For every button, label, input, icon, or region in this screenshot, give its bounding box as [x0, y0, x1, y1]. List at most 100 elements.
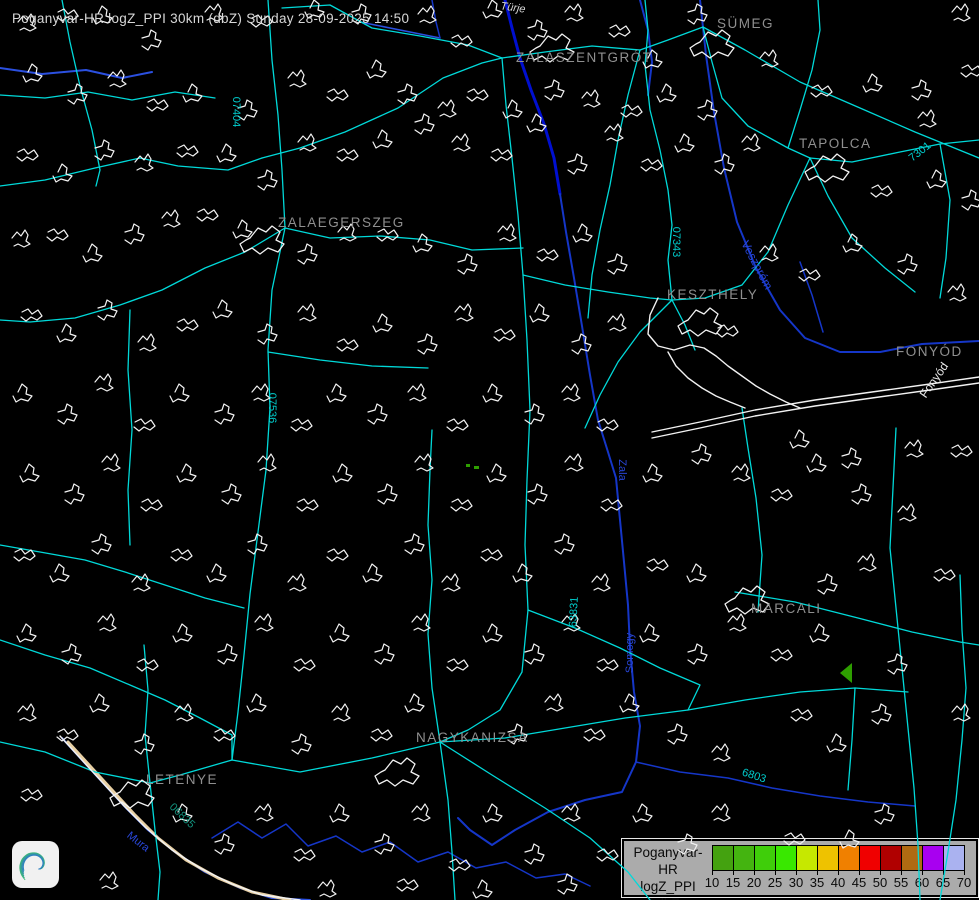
road-line	[62, 0, 100, 186]
road-line	[440, 742, 650, 900]
settlement-outline	[53, 164, 72, 182]
legend-unit: dbZ	[624, 895, 712, 900]
settlement-outline	[447, 419, 468, 431]
legend-color-scale	[712, 845, 965, 871]
settlement-outline	[712, 804, 730, 821]
settlement-outline	[715, 154, 734, 174]
settlement-outline	[668, 724, 687, 744]
road-line	[788, 0, 820, 148]
settlement-outline	[217, 144, 236, 162]
settlement-outline	[207, 564, 226, 582]
settlement-outline	[65, 484, 84, 504]
legend-tick-label: 70	[957, 875, 971, 890]
water-label: Zala	[616, 459, 628, 480]
settlement-outline	[451, 35, 472, 47]
settlement-outline	[418, 6, 436, 23]
settlement-outline	[405, 694, 424, 712]
water-label: Fonyód	[917, 360, 951, 401]
settlement-outline	[562, 384, 580, 401]
settlement-outline	[852, 484, 871, 504]
settlement-outline	[363, 564, 382, 582]
road-line	[735, 592, 979, 645]
settlement-outline	[525, 644, 544, 664]
settlement-outline	[213, 300, 232, 318]
river-boundary-line	[458, 762, 636, 845]
settlement-outline	[717, 325, 738, 337]
legend-product-name: logZ_PPI	[624, 878, 712, 895]
legend-tick-label: 55	[894, 875, 908, 890]
legend-tick-label: 35	[810, 875, 824, 890]
settlement-outline	[58, 404, 77, 424]
settlement-outline	[378, 484, 397, 504]
settlement-outline	[558, 874, 577, 894]
settlement-outline	[373, 130, 392, 148]
settlement-outline	[545, 80, 564, 100]
settlement-outline	[377, 229, 398, 241]
settlement-outline	[137, 659, 158, 671]
road-line	[0, 640, 232, 760]
settlement-outline	[872, 704, 891, 724]
settlement-outline	[247, 694, 266, 712]
settlement-outline	[332, 704, 350, 721]
settlement-outline	[141, 499, 162, 511]
settlement-outline	[218, 644, 237, 664]
road-line	[528, 610, 700, 710]
settlement-outline	[961, 65, 979, 77]
settlement-outline	[100, 872, 118, 889]
settlement-outline	[375, 834, 394, 854]
settlement-outline	[503, 100, 522, 118]
settlement-outline	[138, 334, 156, 351]
radar-echo	[466, 464, 470, 467]
settlement-outline	[147, 99, 168, 111]
road-line	[144, 645, 150, 783]
river-boundary-line	[636, 762, 915, 806]
settlement-outline	[898, 504, 916, 521]
settlement-outline	[337, 339, 358, 351]
road-line	[0, 92, 215, 100]
legend-color-cell	[797, 846, 818, 870]
settlement-outline	[458, 254, 477, 274]
city-label: NAGYKANIZSA	[416, 730, 529, 745]
settlement-outline	[732, 464, 750, 481]
settlement-outline	[12, 230, 30, 247]
settlement-outline	[620, 694, 639, 712]
settlement-outline	[898, 254, 917, 274]
road-line	[703, 27, 810, 158]
settlement-outline	[17, 624, 36, 642]
settlement-outline	[494, 329, 515, 341]
settlement-outline	[175, 704, 193, 721]
settlement-outline	[258, 324, 277, 344]
settlement-outline	[258, 454, 276, 471]
settlement-outline	[633, 804, 652, 822]
settlement-outline	[491, 149, 512, 161]
settlement-outline	[688, 644, 707, 664]
settlement-outline	[215, 834, 234, 854]
settlement-outline	[912, 80, 931, 100]
radar-echo	[840, 663, 852, 683]
settlement-outline	[513, 564, 532, 582]
settlement-outline	[90, 694, 109, 712]
settlement-outline	[791, 709, 812, 721]
settlement-outline	[568, 154, 587, 174]
settlement-outline	[818, 574, 837, 594]
settlement-outline	[771, 489, 792, 501]
radar-echo	[474, 466, 479, 469]
settlement-outline	[92, 534, 111, 554]
settlement-outline	[412, 804, 430, 821]
settlement-outline	[842, 448, 861, 468]
settlement-outline	[918, 110, 936, 127]
settlement-outline	[675, 134, 694, 152]
settlement-outline	[562, 804, 580, 821]
settlement-outline	[20, 464, 39, 482]
road-line	[440, 742, 455, 900]
settlement-outline	[95, 140, 114, 160]
town-outline	[690, 30, 734, 58]
settlement-outline	[368, 404, 387, 424]
settlement-outline	[597, 659, 618, 671]
settlement-outline	[177, 145, 198, 157]
road-line	[688, 688, 908, 710]
settlement-outline	[597, 849, 618, 861]
settlement-outline	[641, 159, 662, 171]
legend-color-cell	[776, 846, 797, 870]
settlement-outline	[57, 729, 78, 741]
